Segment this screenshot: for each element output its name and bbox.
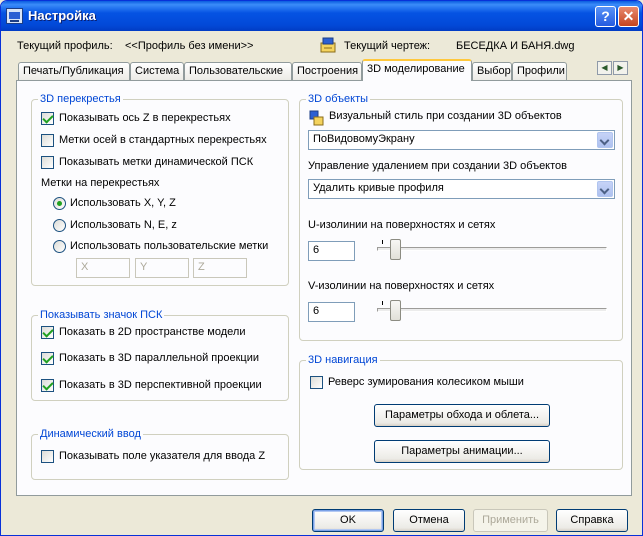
3d-navigation-group: 3D навигация Реверс зумирования колесико… <box>299 354 623 470</box>
u-isolines-slider-tick <box>382 240 383 244</box>
ucs-3d-parallel-checkbox[interactable] <box>41 352 54 365</box>
dynamic-ucs-labels-checkbox[interactable] <box>41 156 54 169</box>
deletion-control-select[interactable]: Удалить кривые профиля <box>308 179 615 199</box>
chevron-down-icon[interactable] <box>597 132 613 148</box>
ucs-2d-label: Показать в 2D пространстве модели <box>59 326 246 338</box>
options-dialog: Настройка ? ✕ Текущий профиль: <<Профиль… <box>0 0 643 536</box>
ucs-icon-group: Показывать значок ПСК Показать в 2D прос… <box>31 309 289 401</box>
current-profile-value: <<Профиль без имени>> <box>125 40 254 52</box>
3d-navigation-group-title: 3D навигация <box>306 354 380 366</box>
cancel-button[interactable]: Отмена <box>393 509 465 532</box>
crosshair-labels-subtitle: Метки на перекрестьях <box>41 177 160 189</box>
ucs-3d-perspective-label: Показать в 3D перспективной проекции <box>59 379 262 391</box>
3d-objects-group: 3D объекты Визуальный стиль при создании… <box>299 93 623 341</box>
visual-style-value: ПоВидовомуЭкрану <box>313 133 415 145</box>
ucs-2d-checkbox[interactable] <box>41 326 54 339</box>
tab-3d-modeling[interactable]: 3D моделирование <box>362 59 472 81</box>
use-xyz-label: Использовать X, Y, Z <box>70 197 176 209</box>
visual-style-select[interactable]: ПоВидовомуЭкрану <box>308 130 615 150</box>
help-button[interactable]: Справка <box>556 509 628 532</box>
deletion-control-value: Удалить кривые профиля <box>313 182 444 194</box>
show-z-axis-checkbox[interactable] <box>41 112 54 125</box>
v-isolines-slider-thumb[interactable] <box>390 300 401 321</box>
tab-user-preferences[interactable]: Пользовательские <box>184 62 292 80</box>
tab-scroll-left-icon[interactable]: ◀ <box>597 61 612 75</box>
pointer-z-label: Показывать поле указателя для ввода Z <box>59 450 266 462</box>
pointer-z-checkbox[interactable] <box>41 450 54 463</box>
current-drawing-value: БЕСЕДКА И БАНЯ.dwg <box>456 40 575 52</box>
walk-fly-settings-button[interactable]: Параметры обхода и облета... <box>374 404 550 427</box>
apply-button: Применить <box>473 509 548 532</box>
v-isolines-slider-track[interactable] <box>377 308 607 312</box>
use-custom-labels-label: Использовать пользовательские метки <box>70 240 269 252</box>
ucs-3d-perspective-checkbox[interactable] <box>41 379 54 392</box>
crosshairs-group: 3D перекрестья Показывать ось Z в перекр… <box>31 93 289 286</box>
close-button[interactable]: ✕ <box>618 6 639 27</box>
title-bar[interactable]: Настройка ? ✕ <box>1 1 642 31</box>
custom-y-input: Y <box>135 258 189 278</box>
show-z-axis-label: Показывать ось Z в перекрестьях <box>59 112 231 124</box>
tab-plot-publish[interactable]: Печать/Публикация <box>18 62 130 80</box>
u-isolines-slider-thumb[interactable] <box>390 239 401 260</box>
3d-objects-group-title: 3D объекты <box>306 93 371 105</box>
dynamic-input-group-title: Динамический ввод <box>38 428 143 440</box>
axis-labels-label: Метки осей в стандартных перекрестьях <box>59 134 267 146</box>
autocad-app-icon <box>6 8 23 24</box>
window-title: Настройка <box>28 8 96 23</box>
dynamic-ucs-labels-label: Показывать метки динамической ПСК <box>59 156 254 168</box>
help-title-button[interactable]: ? <box>595 6 616 27</box>
dynamic-input-group: Динамический ввод Показывать поле указат… <box>31 428 289 480</box>
u-isolines-label: U-изолинии на поверхностях и сетях <box>308 219 496 231</box>
custom-z-input: Z <box>193 258 247 278</box>
use-nez-radio[interactable] <box>53 219 66 232</box>
v-isolines-slider-tick <box>382 301 383 305</box>
drawing-file-icon <box>320 37 336 53</box>
tab-panel-3d-modeling: 3D перекрестья Показывать ось Z в перекр… <box>16 80 632 496</box>
visual-style-label: Визуальный стиль при создании 3D объекто… <box>329 110 562 122</box>
current-profile-label: Текущий профиль: <box>17 40 113 52</box>
tab-drafting[interactable]: Построения <box>292 62 362 80</box>
use-nez-label: Использовать N, E, z <box>70 219 177 231</box>
custom-x-input: X <box>76 258 130 278</box>
use-xyz-radio[interactable] <box>53 197 66 210</box>
reverse-zoom-checkbox[interactable] <box>310 376 323 389</box>
u-isolines-slider-track[interactable] <box>377 247 607 251</box>
u-isolines-input[interactable]: 6 <box>308 241 355 261</box>
use-custom-labels-radio[interactable] <box>53 240 66 253</box>
tab-profiles[interactable]: Профили <box>512 62 567 80</box>
ucs-icon-group-title: Показывать значок ПСК <box>38 309 165 321</box>
v-isolines-label: V-изолинии на поверхностях и сетях <box>308 280 495 292</box>
crosshairs-group-title: 3D перекрестья <box>38 93 123 105</box>
ucs-3d-parallel-label: Показать в 3D параллельной проекции <box>59 352 259 364</box>
visual-style-icon <box>309 110 324 126</box>
tab-scroll-right-icon[interactable]: ▶ <box>613 61 628 75</box>
current-drawing-label: Текущий чертеж: <box>344 40 431 52</box>
animation-settings-button[interactable]: Параметры анимации... <box>374 440 550 463</box>
v-isolines-input[interactable]: 6 <box>308 302 355 322</box>
deletion-control-label: Управление удалением при создании 3D объ… <box>308 160 567 172</box>
tab-selection[interactable]: Выбор <box>472 62 512 80</box>
axis-labels-checkbox[interactable] <box>41 134 54 147</box>
ok-button[interactable]: OK <box>312 509 384 532</box>
tab-system[interactable]: Система <box>130 62 184 80</box>
chevron-down-icon[interactable] <box>597 181 613 197</box>
reverse-zoom-label: Реверс зумирования колесиком мыши <box>328 376 524 388</box>
